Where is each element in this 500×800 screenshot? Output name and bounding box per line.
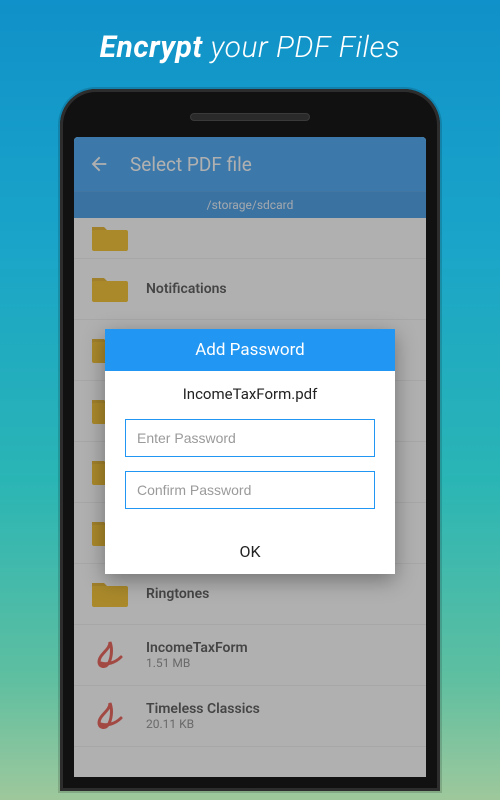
enter-password-field[interactable] xyxy=(125,419,375,457)
headline-rest: your PDF Files xyxy=(203,30,401,65)
dialog-filename: IncomeTaxForm.pdf xyxy=(125,385,375,403)
confirm-password-field[interactable] xyxy=(125,471,375,509)
dialog-title: Add Password xyxy=(105,329,395,371)
ok-button[interactable]: OK xyxy=(105,531,395,574)
dialog-body: IncomeTaxForm.pdf xyxy=(105,371,395,531)
promo-headline: Encrypt your PDF Files xyxy=(0,0,500,89)
phone-frame: Select PDF file /storage/sdcard Notifica… xyxy=(60,89,440,791)
phone-speaker xyxy=(190,113,310,121)
add-password-dialog: Add Password IncomeTaxForm.pdf OK xyxy=(105,329,395,574)
headline-bold: Encrypt xyxy=(100,30,203,65)
phone-screen: Select PDF file /storage/sdcard Notifica… xyxy=(74,137,426,777)
